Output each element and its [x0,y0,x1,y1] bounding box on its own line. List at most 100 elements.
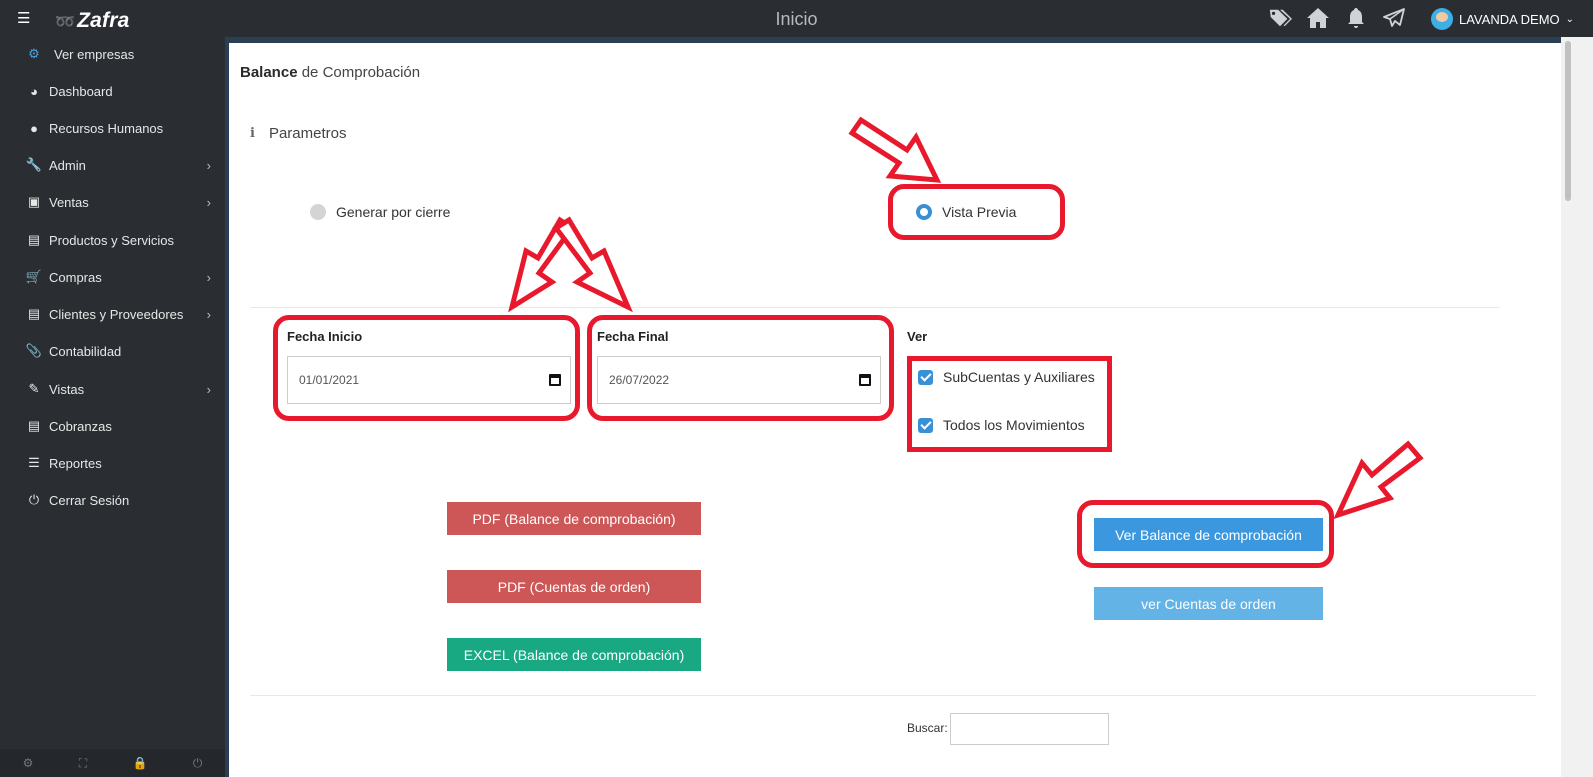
pdf-cuentas-button[interactable]: PDF (Cuentas de orden) [447,570,701,603]
panel-title-rest: de Comprobación [297,64,421,81]
sidebar-item-productos-servicios[interactable]: ▤ Productos y Servicios [25,228,215,252]
cart-icon: 🛒 [25,269,43,284]
ver-cuentas-button[interactable]: ver Cuentas de orden [1094,587,1323,620]
book-icon: ▤ [27,418,41,433]
radio-label: Vista Previa [942,204,1017,220]
wrench-icon: 🔧 [25,157,43,172]
chevron-right-icon: › [206,381,211,397]
chevron-right-icon: › [206,269,211,285]
paperclip-icon: 📎 [25,343,43,358]
sidebar-item-ver-empresas[interactable]: ⚙ Ver empresas [25,42,215,66]
sidebar-item-clientes-proveedores[interactable]: ▤ Clientes y Proveedores › [25,302,215,326]
radio-label: Generar por cierre [336,204,451,220]
scrollbar-thumb[interactable] [1565,41,1571,201]
main-panel: Balance de Comprobación i Parametros Gen… [229,43,1561,777]
sidebar-item-admin[interactable]: 🔧 Admin › [25,153,215,177]
fecha-final-input[interactable]: 26/07/2022 [597,356,881,404]
divider [250,695,1536,696]
panel-title: Balance de Comprobación [240,64,420,81]
home-icon[interactable] [1306,6,1330,30]
sidebar-item-label: Productos y Servicios [49,232,174,248]
fecha-inicio-input[interactable]: 01/01/2021 [287,356,571,404]
sidebar-item-compras[interactable]: 🛒 Compras › [25,265,215,289]
logo-text: Zafra [77,9,130,32]
app-logo[interactable]: ➿Zafra [55,9,129,33]
send-icon[interactable] [1382,6,1406,30]
top-icon-group [1268,6,1406,30]
sidebar-item-dashboard[interactable]: ◕ Dashboard [25,79,215,103]
search-input[interactable] [950,713,1109,745]
sidebar-item-label: Cerrar Sesión [49,492,130,508]
checkbox-label: SubCuentas y Auxiliares [943,369,1095,385]
sidebar-item-recursos-humanos[interactable]: ● Recursos Humanos [25,116,215,140]
parametros-label: Parametros [268,125,347,142]
edit-icon: ✎ [28,381,40,396]
sidebar-item-label: Cobranzas [49,418,112,434]
fecha-final-label: Fecha Final [597,329,669,344]
menu-toggle-icon[interactable]: ☰ [17,9,30,27]
info-icon: i [250,126,255,141]
fullscreen-icon[interactable]: ⛶ [79,756,87,771]
checkbox-box[interactable] [918,369,933,385]
settings-icon[interactable]: ⚙ [23,756,34,770]
panel-title-bold: Balance [240,64,298,81]
lock-icon[interactable]: 🔒 [133,756,148,770]
sidebar: ⚙ Ver empresas ◕ Dashboard ● Recursos Hu… [0,37,225,777]
parametros-section: i Parametros [250,125,346,142]
chevron-down-icon: ⌄ [1565,13,1575,25]
chevron-right-icon: › [206,194,211,210]
money-icon: ▣ [27,194,41,209]
sidebar-item-cerrar-sesion[interactable]: ⏻ Cerrar Sesión [25,488,215,512]
user-menu[interactable]: LAVANDA DEMO ⌄ [1431,8,1574,30]
radio-circle[interactable] [916,204,932,220]
chevron-right-icon: › [206,157,211,173]
tags-icon[interactable] [1268,6,1292,30]
sidebar-item-vistas[interactable]: ✎ Vistas › [25,377,215,401]
sidebar-item-contabilidad[interactable]: 📎 Contabilidad [25,339,215,363]
checkbox-subcuentas[interactable]: SubCuentas y Auxiliares [918,369,1095,385]
search-label: Buscar: [907,721,948,735]
checkbox-box[interactable] [918,417,933,433]
checkbox-movimientos[interactable]: Todos los Movimientos [918,417,1085,433]
gears-icon: ⚙ [28,46,40,61]
calendar-icon[interactable] [549,374,561,386]
avatar [1431,8,1453,30]
divider [250,307,1500,308]
fecha-inicio-label: Fecha Inicio [287,329,363,344]
chevron-right-icon: › [206,306,211,322]
sidebar-item-label: Contabilidad [49,343,122,359]
fecha-inicio-value: 01/01/2021 [299,373,360,387]
sidebar-item-label: Reportes [49,455,102,471]
radio-generar-por-cierre[interactable]: Generar por cierre [310,204,450,220]
sidebar-item-label: Ver empresas [54,46,135,62]
radio-circle[interactable] [310,204,326,220]
calendar-icon[interactable] [859,374,871,386]
sidebar-item-label: Ventas [49,194,89,210]
sidebar-item-label: Vistas [49,381,85,397]
excel-balance-button[interactable]: EXCEL (Balance de comprobación) [447,638,701,671]
sidebar-footer: ⚙ ⛶ 🔒 ⏻ [0,749,225,777]
logout-icon[interactable]: ⏻ [193,756,203,771]
ver-balance-button[interactable]: Ver Balance de comprobación [1094,518,1323,551]
book-icon: ▤ [27,306,41,321]
sidebar-item-cobranzas[interactable]: ▤ Cobranzas [25,414,215,438]
sidebar-item-label: Dashboard [49,83,113,99]
sidebar-item-label: Compras [49,269,102,285]
list-icon: ☰ [28,455,40,470]
dashboard-icon: ◕ [30,83,38,99]
sidebar-item-label: Clientes y Proveedores [49,306,184,322]
radio-vista-previa[interactable]: Vista Previa [916,204,1016,220]
sidebar-item-reportes[interactable]: ☰ Reportes [25,451,215,475]
logo-mark-icon: ➿ [55,14,76,31]
user-icon: ● [30,120,38,136]
user-name: LAVANDA DEMO [1459,11,1560,27]
ver-label: Ver [907,329,928,344]
bell-icon[interactable] [1344,6,1368,30]
sidebar-item-label: Recursos Humanos [49,120,164,136]
checkbox-label: Todos los Movimientos [943,417,1085,433]
power-icon: ⏻ [28,492,40,507]
sidebar-item-label: Admin [49,157,86,173]
sidebar-item-ventas[interactable]: ▣ Ventas › [25,190,215,214]
pdf-balance-button[interactable]: PDF (Balance de comprobación) [447,502,701,535]
fecha-final-value: 26/07/2022 [609,373,670,387]
